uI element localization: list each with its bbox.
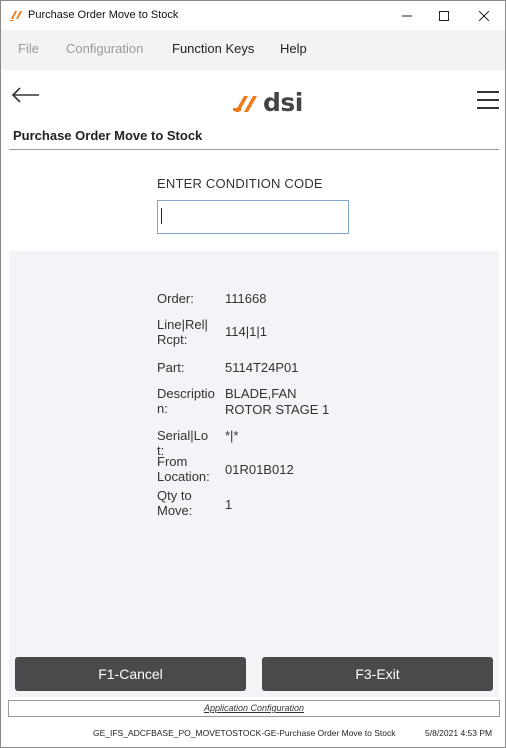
cancel-button[interactable]: F1-Cancel <box>15 657 246 691</box>
status-screen-id: GE_IFS_ADCFBASE_PO_MOVETOSTOCK-GE-Purcha… <box>93 728 396 738</box>
condition-code-input[interactable] <box>157 200 349 234</box>
window-title: Purchase Order Move to Stock <box>28 9 179 21</box>
app-icon <box>10 11 22 21</box>
qty-to-move-label: Qty to Move: <box>157 488 193 518</box>
close-icon <box>479 10 489 21</box>
screen-title: Purchase Order Move to Stock <box>13 128 203 143</box>
dsi-logo-icon <box>233 96 257 112</box>
part-label: Part: <box>157 360 185 375</box>
back-arrow-icon[interactable] <box>11 85 41 105</box>
hamburger-menu-icon[interactable] <box>477 91 499 111</box>
application-configuration-link[interactable]: Application Configuration <box>8 700 500 717</box>
app-window: Purchase Order Move to Stock File Config… <box>0 0 506 748</box>
minimize-button[interactable] <box>389 1 425 30</box>
order-value: 111668 <box>225 291 267 306</box>
status-timestamp: 5/8/2021 4:53 PM <box>425 728 493 738</box>
menu-configuration[interactable]: Configuration <box>66 41 143 56</box>
maximize-button[interactable] <box>426 1 462 30</box>
serial-lot-value: *|* <box>225 428 239 443</box>
dsi-logo: dsi <box>233 88 303 117</box>
from-location-label: From Location: <box>157 454 210 484</box>
condition-code-label: ENTER CONDITION CODE <box>157 176 323 191</box>
description-label: Descriptio n: <box>157 386 215 416</box>
qty-to-move-value: 1 <box>225 497 233 512</box>
description-value-line2: ROTOR STAGE 1 <box>225 402 330 417</box>
application-configuration-label[interactable]: Application Configuration <box>204 703 304 713</box>
from-location-value: 01R01B012 <box>225 462 294 477</box>
maximize-icon <box>439 10 449 21</box>
logo-text: dsi <box>263 88 303 117</box>
minimize-icon <box>402 15 412 16</box>
close-button[interactable] <box>466 1 502 30</box>
line-rel-rcpt-value: 114|1|1 <box>225 324 267 339</box>
menu-file[interactable]: File <box>18 41 39 56</box>
part-value: 5114T24P01 <box>225 360 299 375</box>
menu-help[interactable]: Help <box>280 41 307 56</box>
exit-button[interactable]: F3-Exit <box>262 657 493 691</box>
order-label: Order: <box>157 291 194 306</box>
line-rel-rcpt-label: Line|Rel| Rcpt: <box>157 317 208 347</box>
title-bar: Purchase Order Move to Stock <box>1 1 505 30</box>
menu-bar: File Configuration Function Keys Help <box>1 30 505 70</box>
menu-function-keys[interactable]: Function Keys <box>172 41 254 56</box>
text-caret <box>161 208 162 224</box>
description-value-line1: BLADE,FAN <box>225 386 297 401</box>
